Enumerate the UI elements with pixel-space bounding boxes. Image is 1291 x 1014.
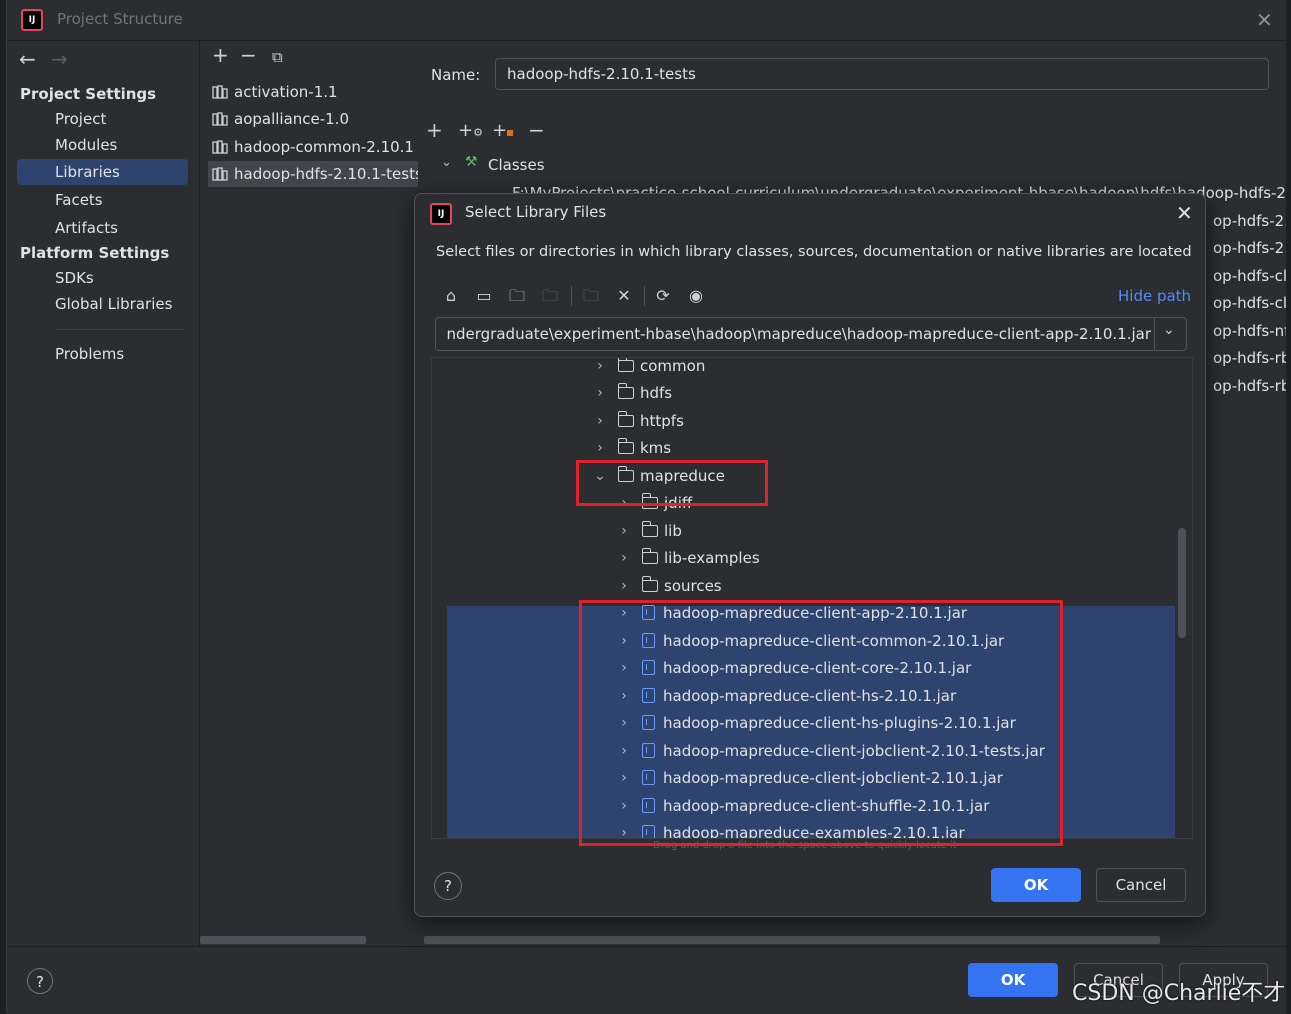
library-item[interactable]: activation-1.1 bbox=[212, 79, 338, 105]
add-root-icon[interactable]: + bbox=[426, 120, 443, 140]
nav-item-problems[interactable]: Problems bbox=[55, 341, 124, 367]
close-window-icon[interactable]: ✕ bbox=[1256, 8, 1273, 32]
nav-item-global-libraries[interactable]: Global Libraries bbox=[55, 291, 172, 317]
classes-hammer-icon: ⚒ bbox=[465, 154, 478, 170]
nav-item-facets[interactable]: Facets bbox=[55, 187, 103, 213]
window-title: Project Structure bbox=[57, 10, 183, 28]
library-item-selected[interactable]: hadoop-hdfs-2.10.1-tests bbox=[208, 161, 419, 187]
platform-settings-header: Platform Settings bbox=[20, 244, 170, 262]
name-label: Name: bbox=[431, 66, 481, 84]
intellij-logo-icon: IJ bbox=[21, 9, 43, 31]
classes-expand-icon[interactable]: ⌄ bbox=[441, 155, 452, 170]
folder-icon bbox=[617, 383, 634, 399]
remove-root-icon[interactable]: − bbox=[528, 120, 545, 140]
intellij-logo-icon: IJ bbox=[430, 203, 452, 225]
delete-icon[interactable]: ✕ bbox=[614, 286, 634, 306]
csdn-watermark: CSDN @Charlie不才 bbox=[1072, 981, 1286, 1006]
library-icon bbox=[212, 167, 228, 181]
class-entry-fragment: op-hdfs-rb bbox=[1213, 377, 1286, 395]
close-dialog-icon[interactable]: ✕ bbox=[1176, 201, 1193, 225]
library-label: aopalliance-1.0 bbox=[234, 110, 350, 128]
remove-library-icon[interactable]: − bbox=[240, 45, 257, 65]
dialog-description: Select files or directories in which lib… bbox=[436, 244, 1192, 260]
library-icon bbox=[212, 112, 228, 126]
nav-item-sdks[interactable]: SDKs bbox=[55, 265, 94, 291]
class-entry-fragment: op-hdfs-cli bbox=[1213, 294, 1286, 312]
folder-icon bbox=[617, 438, 634, 454]
library-item[interactable]: hadoop-common-2.10.1 bbox=[212, 134, 414, 160]
class-entry-fragment: op-hdfs-rb bbox=[1213, 349, 1286, 367]
library-list-scrollbar[interactable] bbox=[200, 936, 366, 944]
library-label: activation-1.1 bbox=[234, 83, 338, 101]
folder-icon bbox=[641, 521, 658, 537]
folder-icon bbox=[641, 548, 658, 564]
classes-label: Classes bbox=[488, 156, 545, 174]
copy-library-icon[interactable]: ⧉ bbox=[272, 47, 283, 67]
class-entry-fragment: op-hdfs-2.1 bbox=[1213, 212, 1286, 230]
nav-item-libraries[interactable]: Libraries bbox=[17, 159, 188, 185]
project-folder-icon[interactable]: 🗀 bbox=[507, 286, 527, 306]
nav-divider bbox=[55, 329, 185, 330]
path-input[interactable]: F:\MyProjects\practice-school-curriculum… bbox=[435, 317, 1187, 351]
folder-icon bbox=[641, 576, 658, 592]
detail-scrollbar[interactable] bbox=[424, 936, 1160, 944]
add-with-badge-icon[interactable]: + bbox=[492, 121, 514, 141]
nav-item-project[interactable]: Project bbox=[55, 106, 106, 132]
library-label: hadoop-common-2.10.1 bbox=[234, 138, 414, 156]
back-arrow-icon[interactable]: ← bbox=[19, 47, 36, 71]
title-bar: IJ Project Structure ✕ bbox=[7, 0, 1286, 41]
library-icon bbox=[212, 140, 228, 154]
add-library-icon[interactable]: + bbox=[212, 45, 229, 65]
highlight-box-jars bbox=[579, 600, 1063, 846]
project-settings-header: Project Settings bbox=[20, 85, 157, 103]
help-button[interactable]: ? bbox=[27, 968, 53, 994]
dialog-cancel-button[interactable]: Cancel bbox=[1096, 868, 1186, 902]
settings-navigation: ← → Project Settings Project Modules Lib… bbox=[7, 41, 199, 946]
class-entry-fragment: op-hdfs-nfs bbox=[1213, 322, 1286, 340]
library-name-input[interactable]: hadoop-hdfs-2.10.1-tests bbox=[495, 58, 1269, 90]
library-item[interactable]: aopalliance-1.0 bbox=[212, 106, 349, 132]
ok-button[interactable]: OK bbox=[968, 963, 1058, 997]
forward-arrow-icon[interactable]: → bbox=[51, 47, 68, 71]
tree-scrollbar[interactable] bbox=[1178, 528, 1186, 638]
show-hidden-icon[interactable]: ◉ bbox=[686, 286, 706, 306]
highlight-box-mapreduce bbox=[576, 460, 768, 506]
toolbar-separator bbox=[571, 286, 572, 306]
dialog-title: Select Library Files bbox=[465, 203, 607, 221]
module-folder-icon[interactable]: 🗀 bbox=[540, 286, 560, 306]
hide-path-link[interactable]: Hide path bbox=[1118, 287, 1191, 305]
path-text: F:\MyProjects\practice-school-curriculum… bbox=[446, 325, 1151, 343]
path-history-divider bbox=[1154, 318, 1155, 350]
folder-icon bbox=[617, 411, 634, 427]
library-list-panel: + − ⧉ activation-1.1 aopalliance-1.0 had… bbox=[199, 41, 419, 946]
refresh-icon[interactable]: ⟳ bbox=[653, 286, 673, 306]
class-entry-fragment: op-hdfs-cli bbox=[1213, 267, 1286, 285]
class-entry-fragment: op-hdfs-2.1 bbox=[1213, 239, 1286, 257]
home-icon[interactable]: ⌂ bbox=[441, 286, 461, 306]
new-folder-icon[interactable]: 🗀 bbox=[581, 286, 601, 306]
nav-item-modules[interactable]: Modules bbox=[55, 132, 117, 158]
add-with-settings-icon[interactable]: +⚙ bbox=[458, 121, 483, 143]
library-icon bbox=[212, 85, 228, 99]
library-label: hadoop-hdfs-2.10.1-tests bbox=[234, 165, 419, 183]
toolbar-separator bbox=[644, 286, 645, 306]
dialog-ok-button[interactable]: OK bbox=[991, 868, 1081, 902]
desktop-icon[interactable]: ▭ bbox=[474, 286, 494, 306]
nav-item-artifacts[interactable]: Artifacts bbox=[55, 215, 118, 241]
chevron-down-icon[interactable]: ⌄ bbox=[1163, 322, 1175, 338]
dialog-help-button[interactable]: ? bbox=[434, 872, 462, 900]
folder-icon bbox=[617, 358, 634, 372]
